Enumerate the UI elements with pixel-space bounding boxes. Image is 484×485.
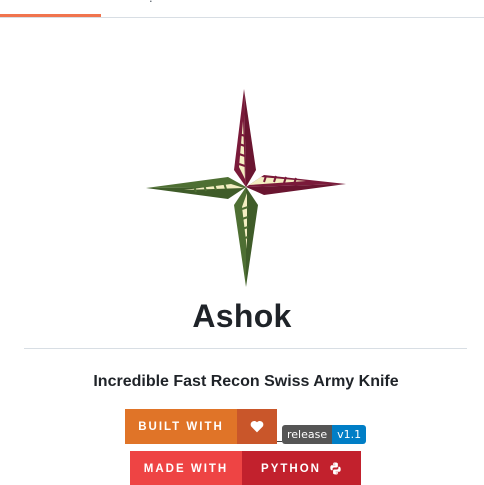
release-badge-label: release (282, 425, 333, 444)
made-with-label: MADE WITH (130, 451, 242, 485)
active-tab-indicator[interactable] (0, 14, 101, 17)
made-with-value: PYTHON (242, 451, 361, 485)
python-icon (330, 462, 341, 475)
logo-arm-top (234, 89, 256, 187)
built-with-label: BUILT WITH (125, 409, 237, 444)
readme-page: . (0, 0, 484, 485)
release-badge-version: v1.1 (332, 425, 367, 444)
made-with-python-badge[interactable]: MADE WITH PYTHON (130, 451, 361, 485)
title-divider (24, 348, 467, 349)
python-label: PYTHON (261, 462, 321, 475)
repo-tab-strip: . (0, 0, 484, 18)
heart-icon (237, 409, 277, 444)
tab-label-fragment[interactable]: . (149, 0, 157, 5)
readme-title: Ashok (192, 298, 292, 334)
logo-arm-left (146, 177, 246, 199)
release-badge[interactable]: release v1.1 (282, 425, 367, 444)
compass-star-logo (146, 89, 346, 287)
readme-tagline: Incredible Fast Recon Swiss Army Knife (93, 373, 399, 390)
built-with-love-badge[interactable]: BUILT WITH (125, 409, 277, 444)
